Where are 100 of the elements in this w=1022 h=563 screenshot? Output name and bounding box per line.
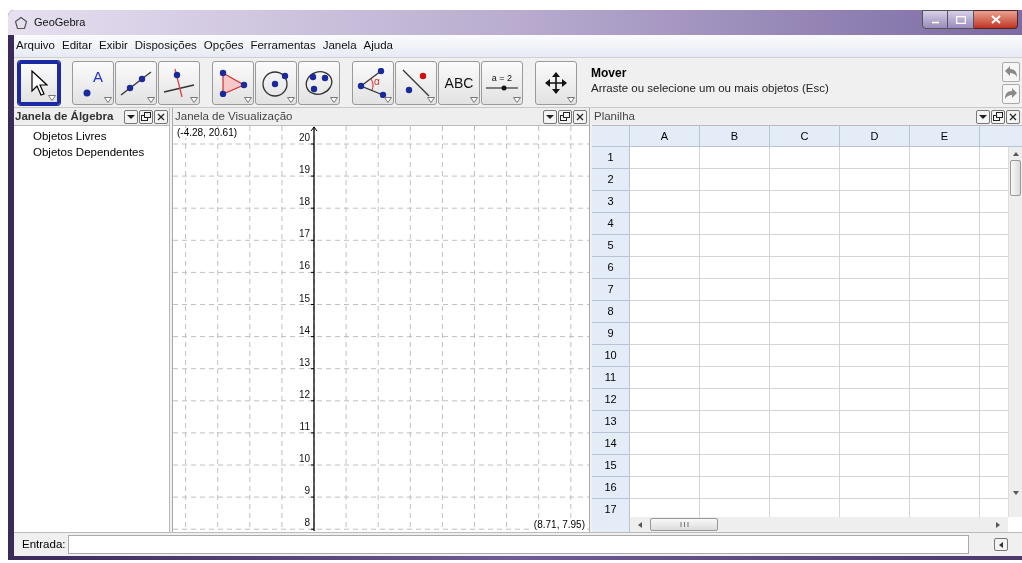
table-cell[interactable] <box>770 191 840 213</box>
tool-button[interactable] <box>18 60 60 105</box>
table-cell[interactable] <box>700 279 770 301</box>
menu-item[interactable]: Ferramentas <box>250 37 316 55</box>
table-cell[interactable] <box>840 455 910 477</box>
horizontal-scrollbar[interactable] <box>630 517 1008 532</box>
undo-button[interactable] <box>1002 61 1020 82</box>
symbols-toggle-button[interactable] <box>994 538 1008 551</box>
row-header[interactable]: 4 <box>592 213 630 235</box>
scroll-down-icon[interactable] <box>1012 491 1019 495</box>
table-cell[interactable] <box>770 279 840 301</box>
row-header[interactable]: 8 <box>592 301 630 323</box>
tool-button[interactable] <box>158 60 200 105</box>
tool-button[interactable]: a = 2 <box>481 60 523 105</box>
table-cell[interactable] <box>840 345 910 367</box>
column-header[interactable]: C <box>770 126 840 147</box>
minimize-button[interactable] <box>922 10 948 29</box>
table-cell[interactable] <box>700 169 770 191</box>
row-header[interactable]: 5 <box>592 235 630 257</box>
table-cell[interactable] <box>910 411 980 433</box>
tool-button[interactable] <box>535 60 577 105</box>
row-header[interactable]: 15 <box>592 455 630 477</box>
maximize-button[interactable] <box>948 10 974 29</box>
table-cell[interactable] <box>840 367 910 389</box>
table-cell[interactable] <box>630 477 700 499</box>
panel-undock-button[interactable] <box>991 109 1005 124</box>
tool-button[interactable] <box>255 60 297 105</box>
table-cell[interactable] <box>910 323 980 345</box>
menu-item[interactable]: Disposições <box>134 37 197 55</box>
column-header[interactable]: E <box>910 126 980 147</box>
row-header[interactable]: 6 <box>592 257 630 279</box>
table-cell[interactable] <box>770 235 840 257</box>
table-cell[interactable] <box>630 323 700 345</box>
scroll-left-icon[interactable] <box>638 521 642 528</box>
table-cell[interactable] <box>630 235 700 257</box>
table-cell[interactable] <box>910 191 980 213</box>
table-cell[interactable] <box>700 235 770 257</box>
table-cell[interactable] <box>910 389 980 411</box>
row-header[interactable]: 12 <box>592 389 630 411</box>
redo-button[interactable] <box>1002 83 1020 104</box>
table-cell[interactable] <box>840 191 910 213</box>
panel-close-button[interactable] <box>154 109 168 124</box>
table-cell[interactable] <box>910 235 980 257</box>
tree-item[interactable]: Objetos Dependentes <box>33 144 169 160</box>
table-cell[interactable] <box>630 213 700 235</box>
menu-item[interactable]: Janela <box>322 37 357 55</box>
table-cell[interactable] <box>700 389 770 411</box>
close-button[interactable] <box>974 10 1018 29</box>
table-cell[interactable] <box>840 323 910 345</box>
table-cell[interactable] <box>840 235 910 257</box>
table-cell[interactable] <box>840 257 910 279</box>
table-cell[interactable] <box>840 213 910 235</box>
table-cell[interactable] <box>700 147 770 169</box>
table-cell[interactable] <box>630 411 700 433</box>
table-cell[interactable] <box>770 323 840 345</box>
column-header[interactable]: D <box>840 126 910 147</box>
table-cell[interactable] <box>840 301 910 323</box>
scroll-right-icon[interactable] <box>996 521 1000 528</box>
table-cell[interactable] <box>910 367 980 389</box>
row-header[interactable]: 2 <box>592 169 630 191</box>
table-cell[interactable] <box>770 147 840 169</box>
table-cell[interactable] <box>840 433 910 455</box>
table-cell[interactable] <box>700 301 770 323</box>
row-header[interactable]: 10 <box>592 345 630 367</box>
table-cell[interactable] <box>630 191 700 213</box>
panel-close-button[interactable] <box>1006 109 1020 124</box>
table-cell[interactable] <box>910 147 980 169</box>
table-cell[interactable] <box>630 301 700 323</box>
input-field[interactable] <box>68 535 969 554</box>
table-cell[interactable] <box>700 323 770 345</box>
table-cell[interactable] <box>700 411 770 433</box>
table-cell[interactable] <box>700 191 770 213</box>
table-cell[interactable] <box>840 279 910 301</box>
table-cell[interactable] <box>630 257 700 279</box>
table-cell[interactable] <box>840 477 910 499</box>
row-header[interactable]: 9 <box>592 323 630 345</box>
tool-button[interactable] <box>115 60 157 105</box>
menu-item[interactable]: Arquivo <box>16 37 55 55</box>
table-cell[interactable] <box>910 477 980 499</box>
table-cell[interactable] <box>630 279 700 301</box>
panel-menu-button[interactable] <box>976 109 990 124</box>
row-header[interactable]: 17 <box>592 499 630 517</box>
table-cell[interactable] <box>700 433 770 455</box>
vertical-scrollbar[interactable] <box>1008 147 1022 517</box>
panel-menu-button[interactable] <box>124 109 138 124</box>
table-cell[interactable] <box>700 367 770 389</box>
table-cell[interactable] <box>700 345 770 367</box>
tool-button[interactable]: α <box>352 60 394 105</box>
table-cell[interactable] <box>910 433 980 455</box>
table-cell[interactable] <box>910 301 980 323</box>
table-cell[interactable] <box>630 455 700 477</box>
table-cell[interactable] <box>770 477 840 499</box>
panel-menu-button[interactable] <box>543 109 557 124</box>
table-cell[interactable] <box>910 257 980 279</box>
table-cell[interactable] <box>770 367 840 389</box>
tree-item[interactable]: Objetos Livres <box>33 128 169 144</box>
table-cell[interactable] <box>910 169 980 191</box>
table-cell[interactable] <box>700 257 770 279</box>
table-cell[interactable] <box>700 455 770 477</box>
tool-button[interactable] <box>212 60 254 105</box>
